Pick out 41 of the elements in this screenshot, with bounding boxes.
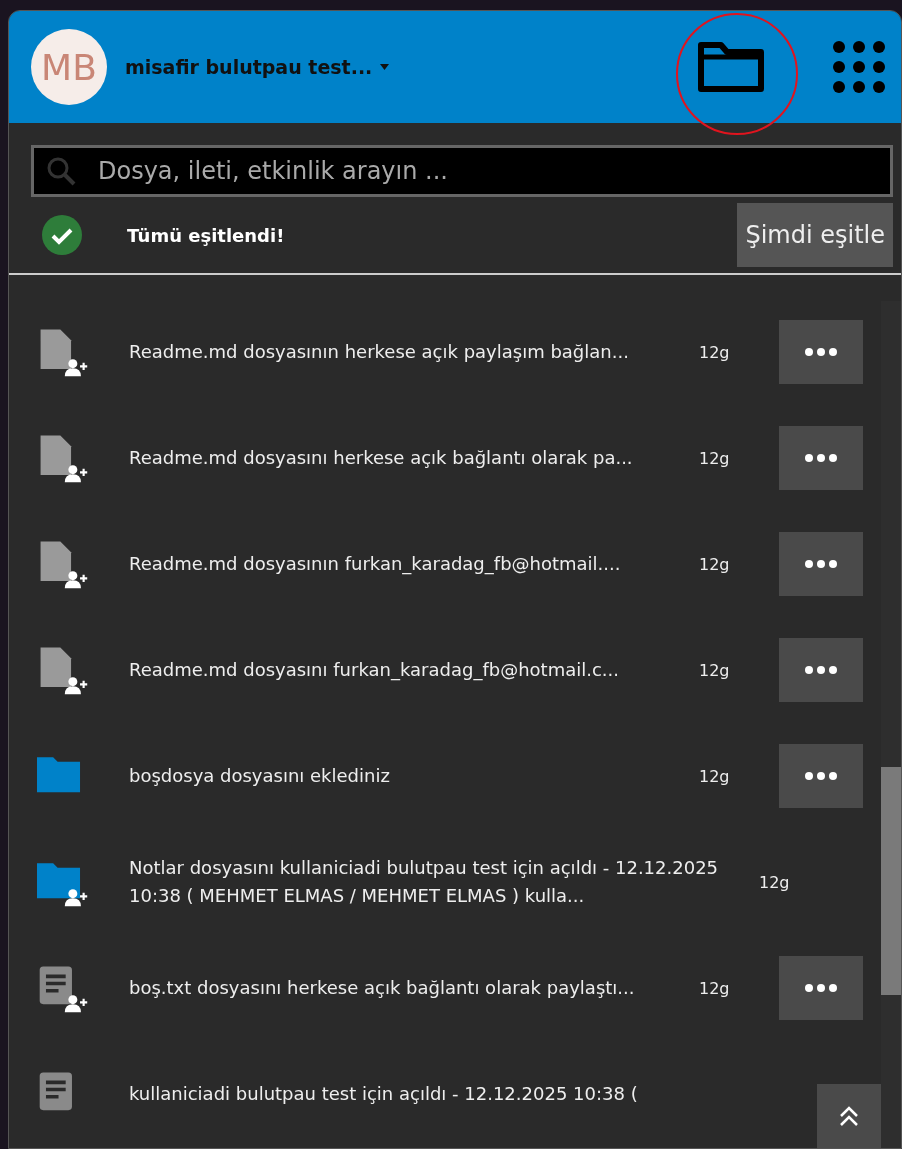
activity-text: Readme.md dosyasını herkese açık bağlantı olarak pa... xyxy=(129,446,634,470)
scroll-top-button[interactable] xyxy=(817,1084,881,1148)
dots-icon xyxy=(804,665,838,675)
account-menu[interactable]: misafir bulutpau test... xyxy=(125,56,390,78)
activity-text: Readme.md dosyasını furkan_karadag_fb@hotmail.c... xyxy=(129,658,620,683)
activity-time: 12g xyxy=(699,766,731,786)
more-button[interactable] xyxy=(779,638,863,702)
activity-text: Readme.md dosyasının furkan_karadag_fb@hotmail.... xyxy=(129,552,622,577)
activity-text: boş.txt dosyasını herkese açık bağlantı olarak paylaştı... xyxy=(129,976,636,1000)
more-button[interactable] xyxy=(779,956,863,1020)
sync-status: Tümü eşitlendi! xyxy=(127,224,286,246)
check-icon xyxy=(41,214,83,256)
apps-grid-icon[interactable] xyxy=(831,39,887,95)
avatar[interactable]: MB xyxy=(31,29,107,105)
scrollbar[interactable] xyxy=(881,301,901,1148)
activity-time: 12g xyxy=(699,660,731,680)
activity-time: 12g xyxy=(699,978,731,998)
more-button[interactable] xyxy=(779,320,863,384)
activity-text: Notlar dosyasını kullaniciadi bulutpau test için açıldı - 12.12.2025 10:38 ( MEHMET ELMAS / MEHMET ELMAS ) kulla... xyxy=(129,856,719,908)
dots-icon xyxy=(804,559,838,569)
dots-icon xyxy=(804,771,838,781)
activity-text: Readme.md dosyasının herkese açık paylaşım bağlan... xyxy=(129,340,630,364)
search-icon xyxy=(45,155,77,187)
double-chevron-up-icon xyxy=(838,1104,860,1128)
dots-icon xyxy=(804,983,838,993)
activity-time: 12g xyxy=(699,554,731,574)
sync-now-button[interactable]: Şimdi eşitle xyxy=(737,203,893,267)
activity-time: 12g xyxy=(699,448,731,468)
activity-time: 12g xyxy=(759,872,791,892)
search-field[interactable]: Dosya, ileti, etkinlik arayın ... xyxy=(31,145,893,197)
more-button[interactable] xyxy=(779,532,863,596)
scroll-thumb[interactable] xyxy=(881,767,901,995)
activity-text: kullaniciadi bulutpau test için açıldı - 12.12.2025 10:38 ( xyxy=(129,1082,639,1106)
more-button[interactable] xyxy=(779,426,863,490)
caret-icon xyxy=(380,64,390,70)
folder-icon[interactable] xyxy=(697,41,765,93)
dots-icon xyxy=(804,453,838,463)
activity-time: 12g xyxy=(699,342,731,362)
more-button[interactable] xyxy=(779,744,863,808)
activity-text: boşdosya dosyasını eklediniz xyxy=(129,764,391,788)
dots-icon xyxy=(804,347,838,357)
